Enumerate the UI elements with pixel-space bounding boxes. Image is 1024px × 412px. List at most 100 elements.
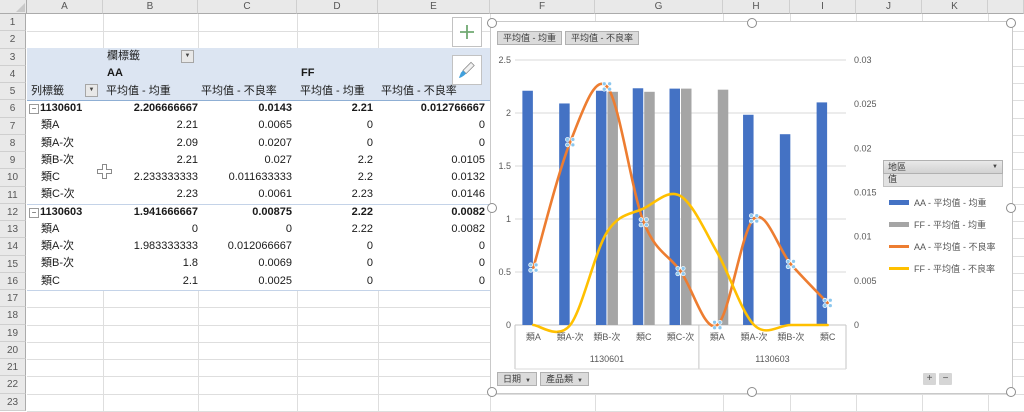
- column-header-D[interactable]: D: [297, 0, 378, 14]
- column-header-A[interactable]: A: [27, 0, 103, 14]
- pivot-row-label[interactable]: 類C: [41, 169, 60, 186]
- pivot-value-cell[interactable]: 0.012766667: [378, 100, 485, 117]
- collapse-button[interactable]: −: [29, 104, 39, 114]
- pivot-value-cell[interactable]: 0: [297, 255, 373, 272]
- row-header-19[interactable]: 19: [0, 324, 26, 342]
- column-header-E[interactable]: E: [378, 0, 490, 14]
- pivot-value-cell[interactable]: 0.0061: [198, 186, 292, 203]
- bar-AA - 平均值 - 均重[interactable]: [669, 88, 681, 326]
- column-header-K[interactable]: K: [922, 0, 988, 14]
- column-header-F[interactable]: F: [490, 0, 595, 14]
- bar-FF - 平均值 - 均重[interactable]: [607, 91, 618, 325]
- row-header-20[interactable]: 20: [0, 341, 26, 360]
- pivot-row-label[interactable]: 類B-次: [41, 255, 74, 272]
- pivot-value-cell[interactable]: 0.0065: [198, 117, 292, 134]
- row-header-13[interactable]: 13: [0, 221, 26, 239]
- pivot-chart[interactable]: 平均值 - 均重 平均值 - 不良率 0 0.5 1 1.5 2 2.5 0 0.005 0.0…: [487, 18, 1016, 397]
- pivot-value-cell[interactable]: 1.941666667: [103, 204, 198, 221]
- bar-AA - 平均值 - 均重[interactable]: [559, 103, 570, 326]
- chart-handle-mid-right[interactable]: [1006, 203, 1016, 213]
- column-header-B[interactable]: B: [103, 0, 198, 14]
- row-header-22[interactable]: 22: [0, 376, 26, 394]
- row-header-4[interactable]: 4: [0, 65, 26, 84]
- pivot-value-cell[interactable]: 0.0082: [378, 221, 485, 238]
- pivot-value-cell[interactable]: 2.21: [103, 152, 198, 169]
- pivot-value-cell[interactable]: 2.206666667: [103, 100, 198, 117]
- pivot-value-cell[interactable]: 2.2: [297, 169, 373, 186]
- axis-field-button-product[interactable]: 產品類 ▼: [539, 372, 589, 386]
- pivot-value-cell[interactable]: 0.0143: [198, 100, 292, 117]
- pivot-row-label[interactable]: 類B-次: [41, 152, 74, 169]
- chart-handle-mid-left[interactable]: [487, 203, 497, 213]
- pivot-row-label[interactable]: 1130601: [40, 100, 82, 117]
- legend-entry[interactable]: AA - 平均值 - 不良率: [889, 235, 1003, 257]
- pivot-row-label[interactable]: 類C: [41, 273, 60, 290]
- pivot-value-cell[interactable]: 0.0146: [378, 186, 485, 203]
- chart-handle-top-right[interactable]: [1006, 18, 1016, 28]
- pivot-value-cell[interactable]: 0: [378, 135, 485, 152]
- column-header-last[interactable]: [988, 0, 1024, 14]
- pivot-value-cell[interactable]: 2.233333333: [103, 169, 198, 186]
- row-header-12[interactable]: 12: [0, 203, 26, 222]
- row-header-9[interactable]: 9: [0, 152, 26, 170]
- pivot-value-cell[interactable]: 0: [378, 255, 485, 272]
- chart-styles-button[interactable]: [452, 55, 482, 85]
- pivot-value-cell[interactable]: 0: [103, 221, 198, 238]
- pivot-row-label[interactable]: 類A: [41, 117, 59, 134]
- bar-AA - 平均值 - 均重[interactable]: [595, 90, 607, 326]
- pivot-row-label[interactable]: 1130603: [40, 204, 82, 221]
- row-header-2[interactable]: 2: [0, 31, 26, 49]
- row-header-11[interactable]: 11: [0, 186, 26, 204]
- row-header-15[interactable]: 15: [0, 255, 26, 273]
- pivot-value-cell[interactable]: 0.012066667: [198, 238, 292, 255]
- chart-elements-button[interactable]: [452, 17, 482, 47]
- pivot-value-cell[interactable]: 1.8: [103, 255, 198, 272]
- pivot-value-cell[interactable]: 0.0025: [198, 273, 292, 290]
- chart-handle-bottom-center[interactable]: [747, 387, 757, 397]
- value-field-button-defect[interactable]: 平均值 - 不良率: [565, 31, 639, 45]
- column-header-H[interactable]: H: [723, 0, 790, 14]
- pivot-value-cell[interactable]: 0: [378, 238, 485, 255]
- bar-AA - 平均值 - 均重[interactable]: [522, 90, 533, 326]
- pivot-value-cell[interactable]: 2.22: [297, 221, 373, 238]
- select-all-corner[interactable]: [0, 0, 27, 14]
- chart-handle-bottom-right[interactable]: [1006, 387, 1016, 397]
- pivot-value-cell[interactable]: 0.011633333: [198, 169, 292, 186]
- pivot-value-cell[interactable]: 0.0207: [198, 135, 292, 152]
- axis-field-button-date[interactable]: 日期 ▼: [497, 372, 537, 386]
- row-header-21[interactable]: 21: [0, 359, 26, 377]
- row-header-17[interactable]: 17: [0, 290, 26, 308]
- pivot-value-cell[interactable]: 2.23: [297, 186, 373, 203]
- pivot-value-cell[interactable]: 2.23: [103, 186, 198, 203]
- row-header-10[interactable]: 10: [0, 169, 26, 187]
- chart-zoom-out-button[interactable]: −: [939, 373, 952, 385]
- legend-entry[interactable]: FF - 平均值 - 均重: [889, 213, 1003, 235]
- pivot-value-cell[interactable]: 2.09: [103, 135, 198, 152]
- pivot-value-cell[interactable]: 0.0105: [378, 152, 485, 169]
- collapse-button[interactable]: −: [29, 207, 39, 218]
- column-filter-dropdown[interactable]: ▼: [181, 50, 194, 63]
- pivot-value-cell[interactable]: 0.0132: [378, 169, 485, 186]
- bar-FF - 平均值 - 均重[interactable]: [717, 89, 729, 326]
- row-header-16[interactable]: 16: [0, 272, 26, 291]
- column-header-J[interactable]: J: [856, 0, 922, 14]
- row-header-8[interactable]: 8: [0, 134, 26, 153]
- pivot-row-label[interactable]: 類A: [41, 221, 59, 238]
- legend-entry[interactable]: AA - 平均值 - 均重: [889, 191, 1003, 213]
- row-header-3[interactable]: 3: [0, 48, 26, 66]
- pivot-value-cell[interactable]: 0: [378, 273, 485, 290]
- row-header-5[interactable]: 5: [0, 83, 26, 101]
- pivot-value-cell[interactable]: 0.00875: [198, 204, 292, 221]
- bar-AA - 平均值 - 均重[interactable]: [779, 134, 791, 325]
- row-header-18[interactable]: 18: [0, 307, 26, 325]
- pivot-row-label[interactable]: 類A-次: [41, 238, 74, 255]
- pivot-value-cell[interactable]: 2.21: [103, 117, 198, 134]
- pivot-value-cell[interactable]: 1.983333333: [103, 238, 198, 255]
- row-header-6[interactable]: 6: [0, 100, 26, 118]
- chart-handle-bottom-left[interactable]: [487, 387, 497, 397]
- legend-entry[interactable]: FF - 平均值 - 不良率: [889, 257, 1003, 279]
- row-header-7[interactable]: 7: [0, 117, 26, 135]
- pivot-value-cell[interactable]: 0.0069: [198, 255, 292, 272]
- column-header-C[interactable]: C: [198, 0, 297, 14]
- chart-zoom-in-button[interactable]: +: [923, 373, 936, 385]
